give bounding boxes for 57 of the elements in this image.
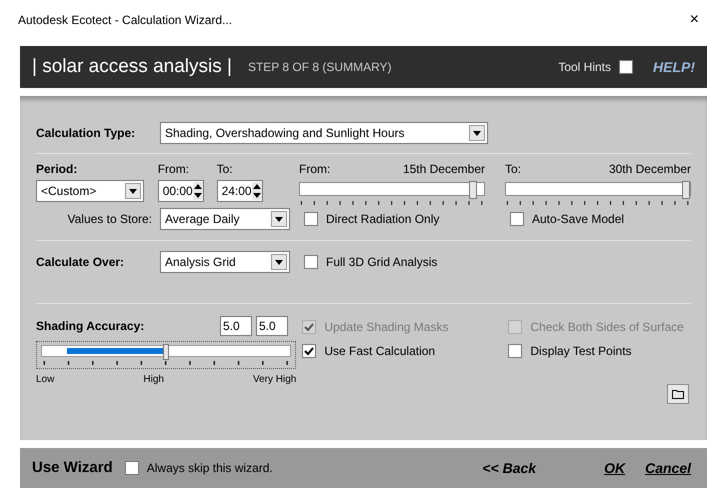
window-title: Autodesk Ecotect - Calculation Wizard... <box>18 12 232 29</box>
cancel-button[interactable]: Cancel <box>645 458 691 478</box>
spinner-arrows-icon <box>192 182 203 200</box>
date-slider[interactable] <box>299 182 485 196</box>
spinner-arrows-icon <box>252 182 262 200</box>
accuracy-slider[interactable] <box>36 341 296 369</box>
checkbox-option[interactable]: Use Fast Calculation <box>302 342 508 360</box>
field-label: Period: <box>36 161 78 178</box>
slider-label: To: <box>505 161 522 178</box>
checkbox-option[interactable]: Always skip this wizard. <box>124 459 273 477</box>
checkbox-option[interactable]: Direct Radiation Only <box>304 210 510 228</box>
checkbox[interactable] <box>304 255 318 269</box>
checkbox[interactable] <box>619 60 633 74</box>
field-label: Shading Accuracy: <box>36 318 146 335</box>
checkbox[interactable] <box>124 461 139 475</box>
folder-button[interactable] <box>667 384 689 404</box>
time-spinner[interactable]: 00:00 <box>158 180 204 202</box>
scale-label: Very High <box>253 373 296 387</box>
wizard-title: | solar access analysis | <box>32 54 232 79</box>
dropdown[interactable]: Average Daily <box>160 208 290 230</box>
accuracy-input[interactable]: 5.0 <box>256 316 288 336</box>
field-label: Values to Store: <box>66 211 153 228</box>
dropdown[interactable]: <Custom> <box>36 180 144 202</box>
checkbox[interactable] <box>508 344 522 358</box>
step-indicator: STEP 8 OF 8 (SUMMARY) <box>248 59 392 76</box>
slider-thumb[interactable] <box>682 181 690 199</box>
ok-button[interactable]: OK <box>604 458 626 478</box>
slider-thumb[interactable] <box>163 344 170 360</box>
accuracy-input[interactable]: 5.0 <box>220 316 252 336</box>
field-label: From: <box>158 161 190 178</box>
date-slider[interactable] <box>505 182 691 196</box>
help-link[interactable]: HELP! <box>653 56 695 78</box>
date-reading: 15th December <box>402 161 485 178</box>
field-label: To: <box>216 161 234 178</box>
slider-label: From: <box>299 161 330 178</box>
checkbox-option[interactable]: Full 3D Grid Analysis <box>304 253 438 271</box>
dropdown[interactable]: Analysis Grid <box>160 251 290 273</box>
check-icon <box>304 346 314 356</box>
scale-label: High <box>143 373 164 387</box>
checkbox-option[interactable]: Tool Hints <box>558 58 633 76</box>
checkbox[interactable] <box>510 212 524 226</box>
back-button[interactable]: << Back <box>482 458 536 478</box>
time-spinner[interactable]: 24:00 <box>216 180 263 202</box>
footer-title: Use Wizard <box>32 458 113 478</box>
checkbox[interactable] <box>302 344 316 358</box>
checkbox-option[interactable]: Display Test Points <box>508 342 691 360</box>
checkbox[interactable] <box>304 212 318 226</box>
scale-label: Low <box>36 373 54 387</box>
close-button[interactable]: × <box>686 8 703 32</box>
field-label: Calculate Over: <box>36 254 126 271</box>
folder-icon <box>672 389 684 399</box>
dropdown[interactable]: Shading, Overshadowing and Sunlight Hours <box>160 122 488 144</box>
date-reading: 30th December <box>608 161 691 178</box>
slider-thumb[interactable] <box>468 181 477 199</box>
check-icon <box>304 322 314 332</box>
field-label: Calculation Type: <box>36 125 136 142</box>
checkbox-option[interactable]: Auto-Save Model <box>510 210 624 228</box>
